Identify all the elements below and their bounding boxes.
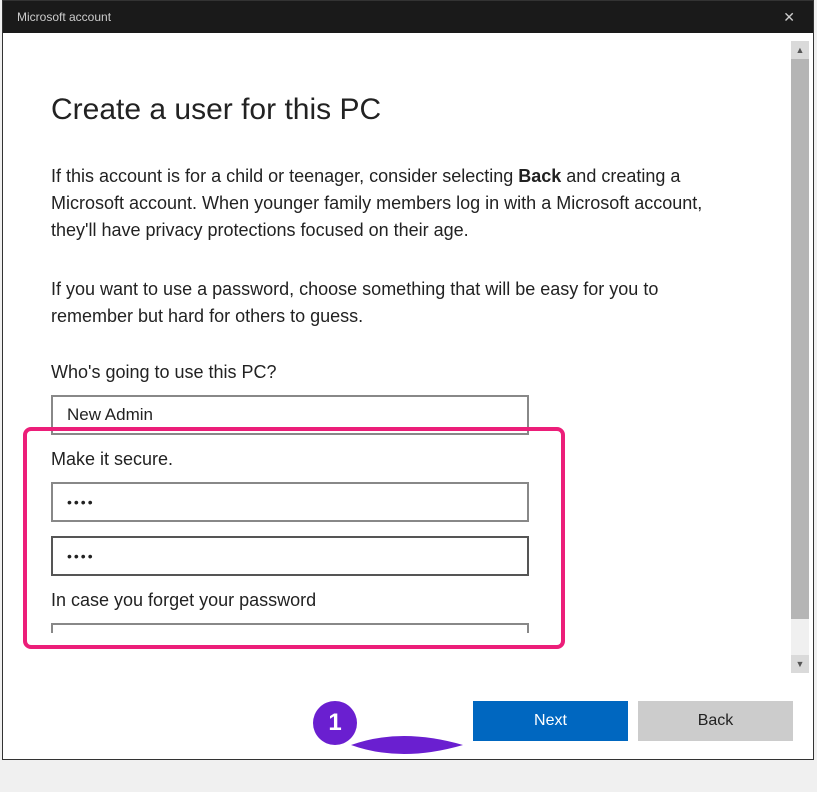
password-input[interactable]: •••• xyxy=(51,482,529,522)
back-button[interactable]: Back xyxy=(638,701,793,741)
username-label: Who's going to use this PC? xyxy=(51,362,743,383)
dialog-window: Microsoft account ✕ Create a user for th… xyxy=(2,0,814,760)
username-value: New Admin xyxy=(67,405,153,425)
intro-bold-back: Back xyxy=(518,166,561,186)
scroll-down-arrow-icon[interactable]: ▼ xyxy=(791,655,809,673)
form-content: Create a user for this PC If this accoun… xyxy=(3,33,783,653)
password-section-label: Make it secure. xyxy=(51,449,743,470)
footer-buttons: Next Back xyxy=(473,701,793,741)
hint-section-label: In case you forget your password xyxy=(51,590,743,611)
intro-text-pre: If this account is for a child or teenag… xyxy=(51,166,518,186)
annotation-number-badge: 1 xyxy=(313,701,357,745)
scrollbar[interactable]: ▲ ▼ xyxy=(791,41,809,673)
titlebar: Microsoft account ✕ xyxy=(3,1,813,33)
security-question-input-partial[interactable] xyxy=(51,623,529,633)
page-title: Create a user for this PC xyxy=(51,93,743,127)
username-input[interactable]: New Admin xyxy=(51,395,529,435)
intro-paragraph-1: If this account is for a child or teenag… xyxy=(51,163,743,244)
annotation-number: 1 xyxy=(328,709,341,737)
close-icon[interactable]: ✕ xyxy=(775,5,803,30)
intro-paragraph-2: If you want to use a password, choose so… xyxy=(51,276,743,330)
window-title: Microsoft account xyxy=(13,10,111,24)
next-button[interactable]: Next xyxy=(473,701,628,741)
password-value: •••• xyxy=(67,494,95,510)
scroll-up-arrow-icon[interactable]: ▲ xyxy=(791,41,809,59)
password-confirm-input[interactable]: •••• xyxy=(51,536,529,576)
annotation-pointer: 1 xyxy=(313,701,351,745)
password-confirm-value: •••• xyxy=(67,548,95,564)
scrollbar-thumb[interactable] xyxy=(791,59,809,619)
content-area: Create a user for this PC If this accoun… xyxy=(3,33,813,673)
